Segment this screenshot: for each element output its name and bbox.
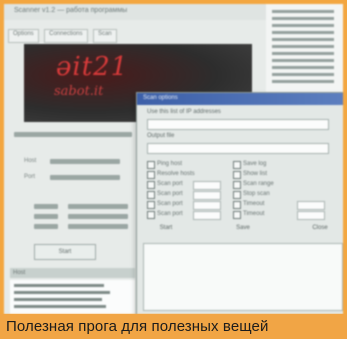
bottom-list[interactable] (10, 280, 135, 314)
checkbox[interactable] (233, 161, 241, 169)
stat-line (68, 214, 128, 219)
scan-options-dialog: Scan options Use this list of IP address… (136, 92, 343, 314)
info-line (14, 132, 132, 137)
tab-options[interactable]: Options (8, 29, 39, 43)
list-item[interactable] (272, 52, 334, 55)
back-window-tabs: Options Connections Scan (8, 22, 118, 43)
list-item[interactable] (272, 24, 334, 27)
list-item[interactable] (272, 10, 334, 13)
checkbox[interactable] (233, 171, 241, 179)
host-label: Host (24, 158, 37, 164)
checkbox-label: Ping host (157, 161, 183, 167)
port-label: Port (24, 174, 36, 180)
checkbox[interactable] (147, 181, 155, 189)
checkbox[interactable] (233, 191, 241, 199)
back-window-title: Scanner v1.2 — работа программы (14, 7, 128, 14)
list-item[interactable] (272, 38, 334, 41)
checkbox[interactable] (147, 171, 155, 179)
dialog-titlebar: Scan options (137, 93, 343, 105)
screenshot-photo: Scanner v1.2 — работа программы Options … (4, 4, 343, 314)
timeout-field[interactable] (297, 211, 325, 220)
host-value (50, 159, 120, 164)
port-field[interactable] (193, 201, 221, 210)
checkbox[interactable] (233, 181, 241, 189)
checkbox[interactable] (233, 201, 241, 209)
ip-list-label: Use this list of IP addresses (147, 109, 221, 115)
checkbox-label: Show list (243, 171, 268, 177)
list-item[interactable] (14, 298, 102, 301)
list-item[interactable] (14, 305, 106, 308)
checkbox-label: Scan range (243, 181, 274, 187)
stat-line (34, 224, 58, 229)
article-frame: Scanner v1.2 — работа программы Options … (0, 0, 347, 339)
list-item[interactable] (272, 31, 334, 34)
dialog-title: Scan options (143, 95, 178, 101)
checkbox-label: Scan port (157, 201, 183, 207)
stat-line (34, 214, 58, 219)
checkbox-label: Save log (243, 161, 267, 167)
output-file-label: Output file (147, 133, 175, 139)
stat-line (34, 204, 58, 209)
port-field[interactable] (193, 191, 221, 200)
tab-connections[interactable]: Connections (44, 29, 88, 43)
list-item[interactable] (272, 59, 334, 62)
list-item[interactable] (272, 17, 334, 20)
checkbox-label: Timeout (243, 211, 265, 217)
list-item[interactable] (272, 73, 334, 76)
checkbox[interactable] (147, 201, 155, 209)
start-button[interactable]: Start (34, 244, 96, 260)
checkbox-label: Resolve hosts (157, 171, 195, 177)
stat-line (68, 204, 128, 209)
list-item[interactable] (272, 80, 334, 83)
figure-caption: Полезная прога для полезных вещей (6, 318, 269, 335)
checkbox-label: Stop scan (243, 191, 270, 197)
checkbox[interactable] (147, 161, 155, 169)
dialog-start-button[interactable]: Start (151, 223, 181, 233)
checkbox-label: Scan port (157, 211, 183, 217)
dialog-log-area[interactable] (143, 243, 343, 311)
bottom-list-header: Host (10, 268, 135, 278)
port-field[interactable] (193, 211, 221, 220)
list-item[interactable] (272, 45, 334, 48)
bottom-list-header-label: Host (13, 270, 26, 276)
dialog-save-button[interactable]: Save (223, 223, 263, 233)
logo-text-2: sabot.it (54, 84, 104, 99)
list-item[interactable] (272, 66, 334, 69)
list-item[interactable] (14, 284, 104, 287)
port-value (50, 175, 120, 180)
checkbox[interactable] (147, 191, 155, 199)
port-field[interactable] (193, 181, 221, 190)
checkbox-label: Timeout (243, 201, 265, 207)
logo-text-1: ǝit21 (56, 52, 129, 82)
stat-line (68, 224, 128, 229)
checkbox-label: Scan port (157, 181, 183, 187)
ip-list-input[interactable] (147, 119, 329, 130)
back-window-titlebar: Scanner v1.2 — работа программы (4, 4, 266, 20)
output-file-input[interactable] (147, 143, 329, 154)
list-item[interactable] (14, 291, 110, 294)
timeout-field[interactable] (297, 201, 325, 210)
checkbox[interactable] (147, 211, 155, 219)
checkbox-label: Scan port (157, 191, 183, 197)
checkbox[interactable] (233, 211, 241, 219)
dialog-close-button[interactable]: Close (305, 223, 335, 233)
tab-scan[interactable]: Scan (92, 29, 117, 43)
